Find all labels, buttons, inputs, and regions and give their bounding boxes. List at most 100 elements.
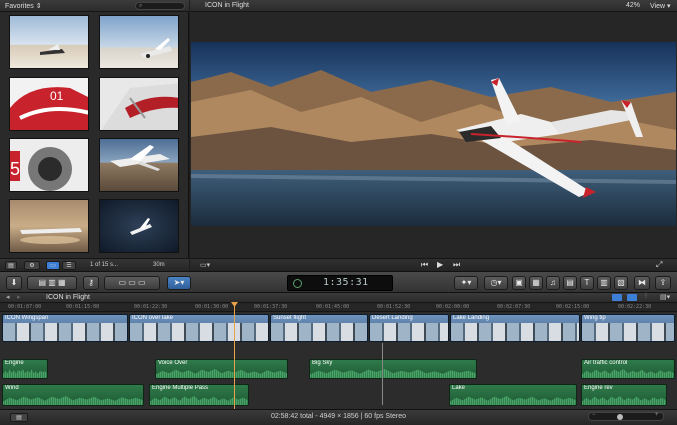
chevron-down-icon: ▾ <box>667 3 671 10</box>
view-menu-button[interactable]: View ▾ <box>650 2 671 10</box>
library-toggle-button[interactable]: ▤ <box>5 261 17 270</box>
clip-label: ICON over lake <box>132 315 174 321</box>
zoom-slider-knob[interactable] <box>617 414 623 420</box>
clip-label: Lake Landing <box>453 315 490 321</box>
video-clip[interactable]: ICON over lake <box>129 314 269 342</box>
generators-icon[interactable]: ▥ <box>597 276 611 290</box>
viewer-header <box>190 0 677 12</box>
collection-popup[interactable]: Favorites ⇕ <box>5 2 42 10</box>
timeline-header: ◂ ▸ ⫶ ▤▾ <box>0 293 677 303</box>
video-clip[interactable]: Sunset flight <box>270 314 368 342</box>
ruler-tick: 00:01:30:00 <box>195 304 229 310</box>
browser-search-field[interactable]: ⌕ <box>135 2 185 10</box>
search-icon: ⌕ <box>139 3 143 9</box>
clip-filmstrip <box>451 323 579 341</box>
dashboard-timecode[interactable]: 1:35:31 <box>287 275 393 291</box>
timecode-display: 1:35:31 <box>323 277 369 288</box>
clip-thumbnail[interactable] <box>99 77 179 131</box>
timeline-ruler[interactable]: 00:01:07:00 00:01:15:00 00:01:22:30 00:0… <box>0 303 677 312</box>
timeline-project-title: ICON in Flight <box>46 294 90 301</box>
photos-icon[interactable]: ▦ <box>529 276 543 290</box>
audio-clip[interactable]: Lake <box>449 384 577 406</box>
snapping-icon[interactable]: ⫶ <box>645 293 647 301</box>
clip-label: Wind <box>5 385 19 391</box>
video-clip[interactable]: Wing tip <box>581 314 675 342</box>
video-clip[interactable]: Desert Landing <box>369 314 449 342</box>
clip-filmstrip <box>130 323 268 341</box>
playhead[interactable] <box>234 303 235 409</box>
clip-thumbnail[interactable] <box>99 138 179 192</box>
zoom-out-icon[interactable]: − <box>592 412 596 418</box>
transitions-icon[interactable]: ⧓ <box>634 276 650 290</box>
clip-thumbnail[interactable] <box>99 15 179 69</box>
back-arrow-icon[interactable]: ◂ <box>6 293 10 301</box>
project-summary: 02:58:42 total - 4949 × 1856 | 60 fps St… <box>270 413 407 420</box>
clip-thumbnail[interactable] <box>9 199 89 253</box>
list-view-button[interactable]: ☰ <box>62 261 76 270</box>
edit-mode-buttons[interactable]: ▭ ▭ ▭ <box>104 276 160 290</box>
share-icon[interactable]: ⇪ <box>655 276 671 290</box>
forward-arrow-icon[interactable]: ▸ <box>17 293 21 301</box>
clip-thumbnail[interactable]: 5 <box>9 138 89 192</box>
ruler-tick: 00:01:07:00 <box>8 304 42 310</box>
themes-icon[interactable]: ▧ <box>614 276 628 290</box>
video-clip[interactable]: Lake Landing <box>450 314 580 342</box>
audio-skimming-icon[interactable] <box>612 294 622 301</box>
keyword-icon[interactable]: ⚷ <box>83 276 99 290</box>
zoom-level[interactable]: 42% <box>626 2 640 9</box>
selection-count: 1 of 15 s... <box>90 262 119 268</box>
ruler-tick: 00:01:22:30 <box>134 304 168 310</box>
audio-clip[interactable]: Engine <box>2 359 48 379</box>
ruler-tick: 00:01:45:00 <box>316 304 350 310</box>
play-icon[interactable]: ▶ <box>437 260 443 269</box>
inspector-icon[interactable]: ▣ <box>512 276 526 290</box>
ruler-tick: 00:02:22:30 <box>618 304 652 310</box>
clip-label: Voice Over <box>158 360 188 366</box>
ruler-tick: 00:02:15:00 <box>556 304 590 310</box>
audio-clip[interactable]: Engine rev <box>581 384 667 406</box>
clip-thumbnail[interactable] <box>9 15 89 69</box>
zoom-in-icon[interactable]: + <box>655 412 659 418</box>
settings-gear-icon[interactable]: ⚙ <box>24 261 40 270</box>
ruler-tick: 00:01:15:00 <box>66 304 100 310</box>
previous-frame-icon[interactable]: ⏮ <box>421 260 428 270</box>
audio-waveform <box>3 369 47 378</box>
import-button[interactable]: ⬇ <box>6 276 22 290</box>
clip-thumbnail[interactable]: 01 <box>9 77 89 131</box>
viewer-footer: ▭▾ ⏮ ▶ ⏭ ⤢ <box>190 258 677 271</box>
clip-label: Lake <box>452 385 466 391</box>
background-tasks-icon[interactable] <box>293 279 302 288</box>
viewer-display-options-icon[interactable]: ▭▾ <box>200 261 210 269</box>
next-frame-icon[interactable]: ⏭ <box>453 260 460 270</box>
solo-icon[interactable] <box>627 294 637 301</box>
clip-label: Engine Multiple Pass <box>152 385 209 391</box>
ruler-tick: 00:02:07:30 <box>497 304 531 310</box>
video-clip[interactable]: ICON Wingspan <box>2 314 128 342</box>
select-tool-button[interactable]: ➤▾ <box>167 276 191 290</box>
collection-label: Favorites <box>5 3 34 10</box>
audio-clip[interactable]: Wind <box>2 384 144 406</box>
retime-button[interactable]: ◷▾ <box>484 276 508 290</box>
main-toolbar: ⬇ ▤ ▥ ▦ ⚷ ▭ ▭ ▭ ➤▾ 1:35:31 ✦▾ ◷▾ ▣ ▦ ♫ ▤… <box>0 271 677 293</box>
enhancements-button[interactable]: ✦▾ <box>454 276 478 290</box>
text-icon[interactable]: T <box>580 276 594 290</box>
clip-thumbnail[interactable] <box>99 199 179 253</box>
clip-appearance-icon[interactable]: ▤▾ <box>660 293 670 301</box>
clip-filmstrip <box>271 323 367 341</box>
fullscreen-icon[interactable]: ⤢ <box>656 260 662 270</box>
viewer-title: ICON in Flight <box>205 2 249 9</box>
clip-label: ICON Wingspan <box>5 315 49 321</box>
audio-clip[interactable]: Voice Over <box>155 359 288 379</box>
filmstrip-view-button[interactable]: ▭ <box>46 261 60 270</box>
music-icon[interactable]: ♫ <box>546 276 560 290</box>
edit-tools-group[interactable]: ▤ ▥ ▦ <box>27 276 77 290</box>
audio-clip[interactable]: Air traffic control <box>581 359 675 379</box>
titles-icon[interactable]: ▤ <box>563 276 577 290</box>
clip-label: Engine <box>5 360 24 366</box>
clip-label: Air traffic control <box>584 360 628 366</box>
audio-waveform <box>3 396 143 405</box>
clip-filmstrip <box>582 323 674 341</box>
svg-text:5: 5 <box>10 159 20 179</box>
audio-clip[interactable]: Big Sky <box>309 359 477 379</box>
timeline-zoom-slider[interactable]: − + <box>588 412 664 421</box>
